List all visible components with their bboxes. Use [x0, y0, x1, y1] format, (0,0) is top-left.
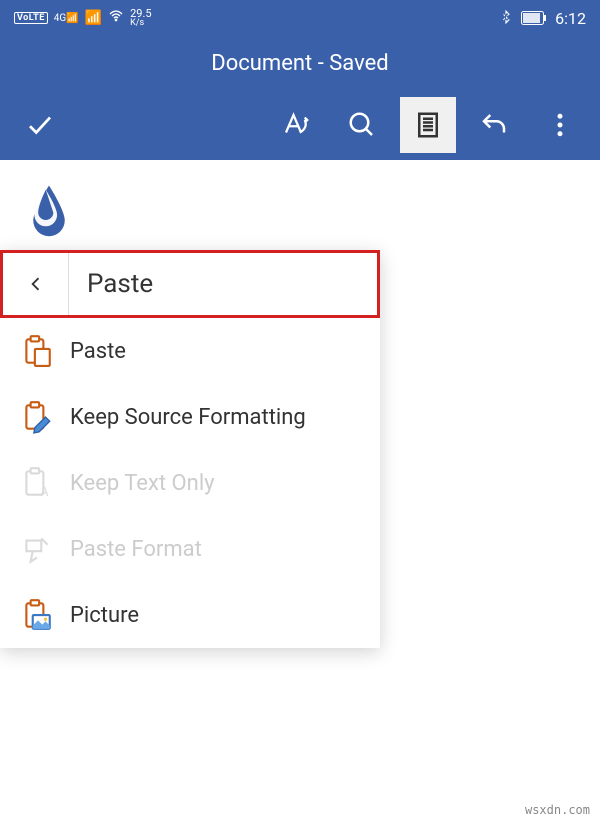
signal-4g-icon: 4G📶: [54, 13, 79, 24]
clock: 6:12: [555, 9, 586, 28]
clipboard-paste-icon: [20, 334, 54, 368]
reading-view-button[interactable]: [400, 97, 456, 153]
menu-item-paste[interactable]: Paste: [0, 318, 380, 384]
toolbar: [0, 90, 600, 160]
clipboard-picture-icon: [20, 598, 54, 632]
signal-icon: 📶: [85, 10, 102, 26]
ink-drop-icon: [28, 182, 70, 238]
net-speed: 29.5 K/s: [130, 8, 151, 28]
menu-item-keep-text-only: A Keep Text Only: [0, 450, 380, 516]
text-style-button[interactable]: [268, 97, 324, 153]
wifi-icon: [108, 8, 124, 28]
menu-item-paste-format: Paste Format: [0, 516, 380, 582]
more-button[interactable]: [532, 97, 588, 153]
document-area[interactable]: Paste Paste Keep Source Formatting: [0, 160, 600, 825]
menu-item-picture[interactable]: Picture: [0, 582, 380, 648]
battery-icon: 86 86: [521, 11, 547, 25]
back-button[interactable]: [3, 253, 69, 315]
panel-list: Paste Keep Source Formatting A Keep Text…: [0, 318, 380, 648]
done-button[interactable]: [12, 97, 68, 153]
menu-item-label: Keep Source Formatting: [70, 405, 306, 430]
panel-header: Paste: [0, 250, 380, 318]
clipboard-text-icon: A: [20, 466, 54, 500]
menu-item-label: Picture: [70, 603, 139, 628]
menu-item-label: Paste Format: [70, 537, 202, 562]
status-bar: VoLTE 4G📶 📶 29.5 K/s 86 86: [0, 0, 600, 36]
paste-panel: Paste Paste Keep Source Formatting: [0, 250, 380, 648]
menu-item-label: Paste: [70, 339, 126, 364]
document-title: Document - Saved: [0, 36, 600, 90]
clipboard-brush-icon: [20, 400, 54, 434]
panel-title: Paste: [69, 269, 377, 299]
svg-text:A: A: [40, 485, 49, 500]
watermark: wsxdn.com: [525, 803, 590, 817]
volte-badge: VoLTE: [14, 12, 48, 24]
menu-item-keep-source-formatting[interactable]: Keep Source Formatting: [0, 384, 380, 450]
format-brush-icon: [20, 532, 54, 566]
undo-button[interactable]: [466, 97, 522, 153]
search-button[interactable]: [334, 97, 390, 153]
menu-item-label: Keep Text Only: [70, 471, 215, 496]
